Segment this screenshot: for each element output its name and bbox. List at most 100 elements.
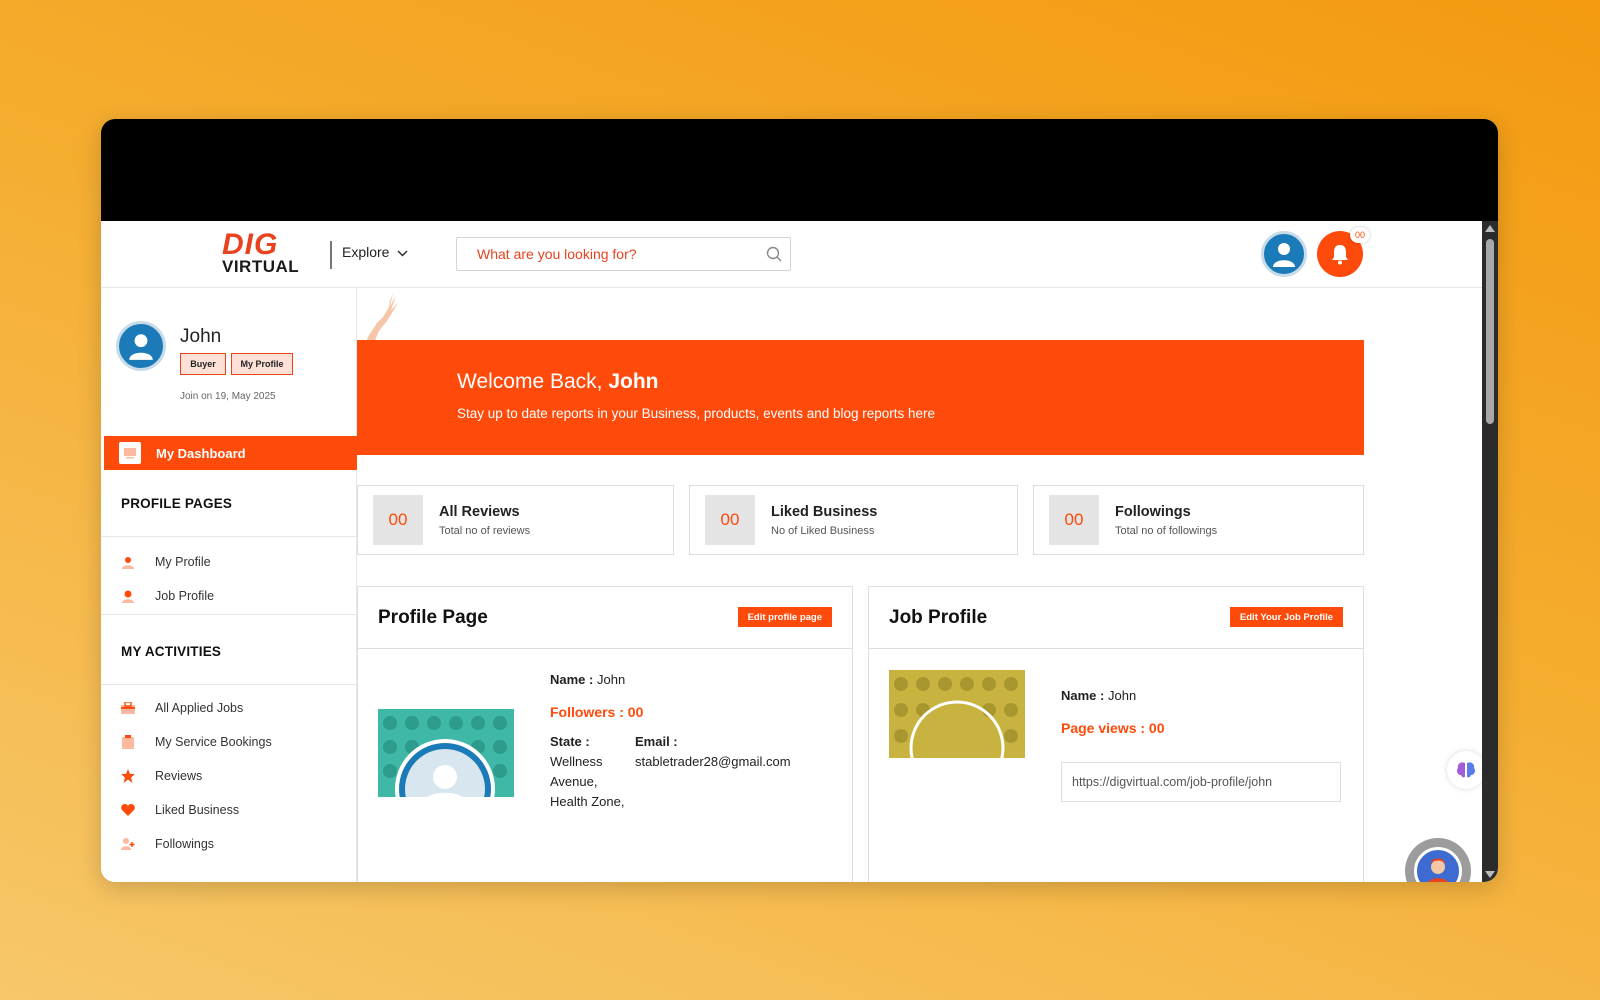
brain-icon bbox=[1457, 762, 1475, 778]
edit-job-profile-button[interactable]: Edit Your Job Profile bbox=[1229, 607, 1343, 627]
logo-virtual-text: VIRTUAL bbox=[222, 257, 300, 276]
job-profile-url-field[interactable] bbox=[1061, 762, 1341, 802]
scroll-up-arrow[interactable] bbox=[1485, 225, 1495, 232]
explore-label: Explore bbox=[342, 244, 390, 260]
email-label: Email : bbox=[635, 734, 678, 749]
user-avatar-icon bbox=[129, 334, 153, 360]
bell-icon bbox=[1332, 245, 1348, 265]
stat-value: 00 bbox=[1049, 495, 1099, 545]
sidebar-item-service-bookings[interactable]: My Service Bookings bbox=[121, 732, 272, 752]
sidebar: John Buyer My Profile Join on 19, May 20… bbox=[101, 288, 357, 882]
sidebar-item-label: Reviews bbox=[155, 769, 203, 783]
stat-value: 00 bbox=[705, 495, 755, 545]
welcome-banner: Welcome Back, John Stay up to date repor… bbox=[357, 340, 1364, 455]
search-icon[interactable] bbox=[758, 246, 790, 262]
stat-subtitle: Total no of followings bbox=[1115, 524, 1218, 537]
state-value-line-1: Wellness bbox=[550, 754, 603, 769]
edit-profile-page-button[interactable]: Edit profile page bbox=[737, 607, 832, 627]
chevron-down-icon bbox=[397, 244, 408, 260]
state-value-line-2: Avenue, bbox=[550, 774, 598, 789]
join-date: Join on 19, May 2025 bbox=[180, 391, 276, 402]
email-value: stabletrader28@gmail.com bbox=[635, 754, 791, 769]
chatbot-button[interactable] bbox=[1405, 838, 1471, 882]
sidebar-item-label: All Applied Jobs bbox=[155, 701, 244, 715]
person-icon bbox=[121, 555, 135, 569]
scroll-down-arrow[interactable] bbox=[1485, 871, 1495, 878]
browser-top-bar bbox=[101, 119, 1498, 221]
name-value: John bbox=[596, 672, 626, 687]
welcome-name: John bbox=[608, 370, 659, 393]
sidebar-item-label: My Service Bookings bbox=[155, 735, 272, 749]
stat-card-followings[interactable]: 00 Followings Total no of followings bbox=[1033, 485, 1364, 555]
card-title: Job Profile bbox=[889, 607, 988, 628]
logo-dig-text: DIG bbox=[222, 228, 279, 261]
divider bbox=[101, 536, 357, 537]
stat-title: Followings bbox=[1115, 503, 1191, 520]
notification-badge: 00 bbox=[1350, 227, 1370, 243]
job-name-row: Name : John bbox=[1061, 688, 1136, 703]
header-avatar[interactable] bbox=[1261, 231, 1307, 277]
card-header: Profile Page Edit profile page bbox=[358, 587, 852, 649]
stat-subtitle: Total no of reviews bbox=[439, 524, 531, 537]
browser-window: DIG VIRTUAL Explore 00 bbox=[101, 119, 1498, 882]
sidebar-avatar bbox=[116, 321, 166, 371]
user-avatar-icon bbox=[1273, 243, 1295, 267]
dashboard-icon bbox=[119, 442, 141, 464]
sidebar-item-job-profile[interactable]: Job Profile bbox=[121, 586, 214, 606]
job-person-icon bbox=[121, 589, 135, 603]
search-box bbox=[456, 237, 791, 271]
stat-title: Liked Business bbox=[771, 503, 878, 520]
add-user-icon bbox=[121, 837, 135, 851]
divider bbox=[101, 614, 357, 615]
my-profile-chip[interactable]: My Profile bbox=[231, 353, 293, 375]
sidebar-item-my-profile[interactable]: My Profile bbox=[121, 552, 211, 572]
sidebar-item-label: My Profile bbox=[155, 555, 211, 569]
sidebar-item-followings[interactable]: Followings bbox=[121, 834, 214, 854]
sidebar-item-reviews[interactable]: Reviews bbox=[121, 766, 202, 786]
profile-pages-heading: PROFILE PAGES bbox=[121, 496, 233, 511]
profile-page-card: Profile Page Edit profile page Name: Jo… bbox=[357, 586, 853, 882]
star-icon bbox=[121, 769, 135, 783]
role-chip[interactable]: Buyer bbox=[180, 353, 226, 375]
sidebar-item-applied-jobs[interactable]: All Applied Jobs bbox=[121, 698, 243, 718]
bot-icon bbox=[1414, 847, 1462, 882]
page-viewport: DIG VIRTUAL Explore 00 bbox=[101, 221, 1482, 882]
state-label: State : bbox=[550, 734, 590, 749]
name-label: Name : bbox=[550, 672, 594, 687]
sidebar-item-dashboard[interactable]: My Dashboard bbox=[101, 436, 357, 470]
stat-subtitle: No of Liked Business bbox=[771, 524, 875, 537]
divider bbox=[101, 684, 357, 685]
profile-cover-image bbox=[378, 709, 514, 797]
job-profile-card: Job Profile Edit Your Job Profile Name :… bbox=[868, 586, 1364, 882]
sidebar-item-label: Liked Business bbox=[155, 803, 240, 817]
dashboard-label: My Dashboard bbox=[156, 445, 246, 461]
heart-icon bbox=[121, 803, 135, 817]
stat-value: 00 bbox=[373, 495, 423, 545]
name-value: John bbox=[1107, 688, 1137, 703]
ai-assistant-button[interactable] bbox=[1447, 751, 1482, 789]
header-divider bbox=[330, 241, 332, 269]
explore-dropdown[interactable]: Explore bbox=[342, 244, 408, 260]
welcome-heading: Welcome Back, John bbox=[457, 370, 659, 394]
followers-count: Followers : 00 bbox=[550, 704, 644, 720]
briefcase-icon bbox=[121, 701, 135, 715]
card-header: Job Profile Edit Your Job Profile bbox=[869, 587, 1363, 649]
stat-title: All Reviews bbox=[439, 503, 520, 520]
state-value-line-3: Health Zone, bbox=[550, 794, 625, 809]
welcome-prefix: Welcome Back, bbox=[457, 370, 603, 393]
scrollbar-thumb[interactable] bbox=[1486, 239, 1494, 424]
vertical-scrollbar[interactable] bbox=[1482, 221, 1498, 882]
search-input[interactable] bbox=[457, 238, 758, 270]
welcome-subtitle: Stay up to date reports in your Business… bbox=[457, 406, 936, 421]
profile-name-row: Name : John bbox=[550, 672, 625, 687]
sidebar-item-liked-business[interactable]: Liked Business bbox=[121, 800, 239, 820]
stat-card-liked-business[interactable]: 00 Liked Business No of Liked Business bbox=[689, 485, 1018, 555]
site-logo[interactable]: DIG VIRTUAL bbox=[222, 228, 310, 276]
user-name: John bbox=[180, 326, 222, 347]
stat-card-reviews[interactable]: 00 All Reviews Total no of reviews bbox=[357, 485, 674, 555]
card-title: Profile Page bbox=[378, 607, 488, 628]
name-label: Name : bbox=[1061, 688, 1105, 703]
clipboard-icon bbox=[121, 735, 135, 749]
sidebar-item-label: Followings bbox=[155, 837, 215, 851]
site-header: DIG VIRTUAL Explore 00 bbox=[101, 221, 1482, 288]
